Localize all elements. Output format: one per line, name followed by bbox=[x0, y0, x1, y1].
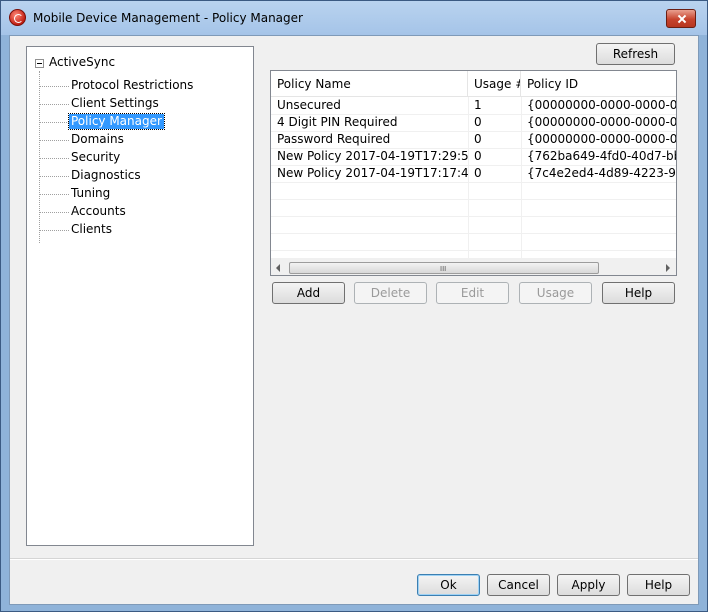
tree-item-label: Clients bbox=[71, 222, 112, 236]
tree-item-label: Security bbox=[71, 150, 121, 164]
tree-item-domains[interactable]: Domains bbox=[39, 131, 189, 149]
scrollbar-thumb[interactable]: III bbox=[289, 262, 599, 274]
policy-id-cell: {7c4e2ed4-4d89-4223-9770-f4 bbox=[527, 166, 676, 180]
policy-name-cell: 4 Digit PIN Required bbox=[277, 115, 398, 129]
usage-cell: 1 bbox=[474, 98, 482, 112]
horizontal-scrollbar[interactable]: III bbox=[271, 258, 676, 275]
tree-item-label: Protocol Restrictions bbox=[71, 78, 194, 92]
list-header: Policy Name Usage # Policy ID bbox=[271, 71, 676, 97]
dialog-body: ActiveSync Protocol Restrictions Client … bbox=[9, 35, 699, 605]
table-row[interactable]: Unsecured 1 {00000000-0000-0000-0000-0 bbox=[271, 97, 676, 114]
add-button[interactable]: Add bbox=[272, 282, 345, 304]
usage-cell: 0 bbox=[474, 115, 482, 129]
tree-item-policy-manager[interactable]: Policy Manager bbox=[39, 113, 189, 131]
edit-button[interactable]: Edit bbox=[436, 282, 509, 304]
policy-id-cell: {00000000-0000-0000-0002-0000-0 bbox=[527, 132, 676, 146]
tree-item-label: Accounts bbox=[71, 204, 126, 218]
collapse-icon[interactable] bbox=[35, 59, 44, 68]
close-button[interactable] bbox=[666, 9, 696, 28]
tree-item-label: Domains bbox=[71, 132, 124, 146]
tree-item-label: Diagnostics bbox=[71, 168, 141, 182]
column-header-policy-name[interactable]: Policy Name bbox=[271, 71, 468, 97]
scroll-right-icon[interactable] bbox=[659, 259, 676, 275]
policy-name-cell: New Policy 2017-04-19T17:29:54.968Z bbox=[277, 149, 468, 163]
footer-separator bbox=[10, 558, 698, 560]
tree-item-label: Tuning bbox=[71, 186, 111, 200]
refresh-button[interactable]: Refresh bbox=[596, 43, 675, 65]
tree-item-tuning[interactable]: Tuning bbox=[39, 185, 189, 203]
scrollbar-grip: III bbox=[440, 265, 447, 273]
policy-list: Policy Name Usage # Policy ID Unsecured … bbox=[270, 70, 677, 276]
column-header-policy-id[interactable]: Policy ID bbox=[521, 71, 676, 97]
usage-button[interactable]: Usage bbox=[519, 282, 592, 304]
tree-item-label: Policy Manager bbox=[68, 113, 165, 130]
policy-name-cell: Password Required bbox=[277, 132, 391, 146]
tree-item-label: Client Settings bbox=[71, 96, 159, 110]
ok-button[interactable]: Ok bbox=[417, 574, 480, 596]
navigation-tree: ActiveSync Protocol Restrictions Client … bbox=[26, 46, 254, 546]
title-bar[interactable]: Mobile Device Management - Policy Manage… bbox=[1, 1, 707, 35]
tree-item-accounts[interactable]: Accounts bbox=[39, 203, 189, 221]
cancel-button[interactable]: Cancel bbox=[487, 574, 550, 596]
scroll-left-icon[interactable] bbox=[271, 259, 288, 275]
usage-cell: 0 bbox=[474, 132, 482, 146]
policy-name-cell: New Policy 2017-04-19T17:17:44.462Z bbox=[277, 166, 468, 180]
table-row[interactable]: 4 Digit PIN Required 0 {00000000-0000-00… bbox=[271, 114, 676, 131]
column-header-usage[interactable]: Usage # bbox=[468, 71, 521, 97]
usage-cell: 0 bbox=[474, 166, 482, 180]
tree-item-protocol-restrictions[interactable]: Protocol Restrictions bbox=[39, 77, 193, 95]
policy-name-cell: Unsecured bbox=[277, 98, 341, 112]
policy-id-cell: {00000000-0000-0000-0000-0 bbox=[527, 98, 676, 112]
tree-item-client-settings[interactable]: Client Settings bbox=[39, 95, 189, 113]
table-row[interactable]: New Policy 2017-04-19T17:29:54.968Z 0 {7… bbox=[271, 148, 676, 165]
usage-cell: 0 bbox=[474, 149, 482, 163]
dialog-window: Mobile Device Management - Policy Manage… bbox=[0, 0, 708, 612]
table-row[interactable]: New Policy 2017-04-19T17:17:44.462Z 0 {7… bbox=[271, 165, 676, 182]
policy-id-cell: {00000000-0000-0000-0001-0000-0 bbox=[527, 115, 676, 129]
help-button[interactable]: Help bbox=[602, 282, 675, 304]
table-row[interactable]: Password Required 0 {00000000-0000-0000-… bbox=[271, 131, 676, 148]
window-title: Mobile Device Management - Policy Manage… bbox=[33, 11, 303, 25]
tree-item-security[interactable]: Security bbox=[39, 149, 189, 167]
tree-item-diagnostics[interactable]: Diagnostics bbox=[39, 167, 189, 185]
policy-id-cell: {762ba649-4fd0-40d7-bbfd-45 bbox=[527, 149, 676, 163]
footer-help-button[interactable]: Help bbox=[627, 574, 690, 596]
apply-button[interactable]: Apply bbox=[557, 574, 620, 596]
delete-button[interactable]: Delete bbox=[354, 282, 427, 304]
tree-item-clients[interactable]: Clients bbox=[39, 221, 189, 239]
tree-root-label: ActiveSync bbox=[49, 55, 116, 69]
app-logo-icon bbox=[9, 9, 26, 26]
